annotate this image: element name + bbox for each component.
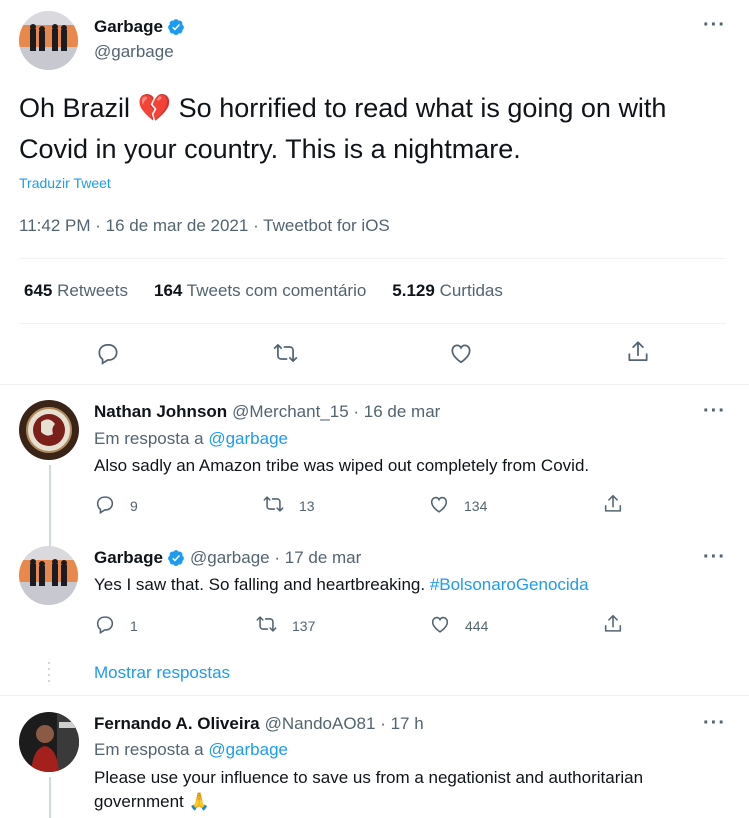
retweet-icon <box>262 493 285 518</box>
retweet-button[interactable]: 137 <box>255 613 429 638</box>
tweet-source[interactable]: Tweetbot for iOS <box>263 216 390 235</box>
meta-separator: · <box>90 216 106 235</box>
reply-actions: 1 137 444 <box>94 613 624 638</box>
tweet-stats: 645 Retweets 164 Tweets com comentário 5… <box>24 281 529 301</box>
fernando-oliveira-avatar[interactable] <box>19 712 79 772</box>
reply-author-name[interactable]: Nathan Johnson <box>94 402 227 422</box>
meta-separator: · <box>248 216 264 235</box>
reply-author-meta[interactable]: @garbage · 17 de mar <box>190 548 361 568</box>
like-count: 134 <box>464 497 488 514</box>
share-icon <box>602 493 624 518</box>
translate-tweet-link[interactable]: Traduzir Tweet <box>19 175 111 191</box>
like-button[interactable]: 134 <box>428 493 602 518</box>
like-icon[interactable] <box>448 340 474 366</box>
thread-line <box>49 530 51 546</box>
author-name[interactable]: Garbage <box>94 17 163 37</box>
likes-stat[interactable]: 5.129 Curtidas <box>392 281 503 301</box>
divider <box>19 258 726 259</box>
in-reply-to: Em resposta a @garbage <box>94 429 288 449</box>
quote-tweets-stat[interactable]: 164 Tweets com comentário <box>154 281 366 301</box>
reply-author-line[interactable]: Fernando A. Oliveira @NandoAO81 · 17 h <box>94 714 424 734</box>
reply-text-body: Yes I saw that. So falling and heartbrea… <box>94 575 430 594</box>
reply-text: Also sadly an Amazon tribe was wiped out… <box>94 456 590 475</box>
verified-badge-icon <box>167 549 185 567</box>
reply-author-line[interactable]: Garbage @garbage · 17 de mar <box>94 548 361 568</box>
quote-tweets-count: 164 <box>153 281 183 300</box>
reply-text: Yes I saw that. So falling and heartbrea… <box>94 573 714 597</box>
share-icon <box>602 613 624 638</box>
more-icon[interactable]: ··· <box>703 546 726 569</box>
garbage-avatar[interactable] <box>19 11 78 70</box>
reply-author-meta[interactable]: @NandoAO81 · 17 h <box>265 714 424 734</box>
retweets-stat[interactable]: 645 Retweets <box>24 281 128 301</box>
retweet-count: 13 <box>299 497 315 514</box>
retweet-count: 137 <box>292 617 316 634</box>
more-icon[interactable]: ··· <box>703 712 726 735</box>
retweets-count: 645 <box>24 281 53 300</box>
in-reply-to-handle[interactable]: @garbage <box>208 740 288 759</box>
reply-actions: 9 13 134 <box>94 493 624 518</box>
garbage-avatar[interactable] <box>19 546 78 605</box>
praying-hands-emoji: 🙏 <box>188 792 210 811</box>
like-count: 444 <box>465 617 489 634</box>
tweet-time[interactable]: 11:42 PM <box>19 216 91 235</box>
thread-line <box>49 465 51 530</box>
verified-badge-icon <box>167 18 185 36</box>
share-button[interactable] <box>602 493 624 518</box>
section-divider <box>0 695 749 696</box>
divider <box>19 323 726 324</box>
reply-button[interactable]: 9 <box>94 493 262 518</box>
reply-author-meta[interactable]: @Merchant_15 · 16 de mar <box>232 402 440 422</box>
more-icon[interactable]: ··· <box>703 400 726 423</box>
tweet-date[interactable]: 16 de mar de 2021 <box>106 216 249 235</box>
thread-line <box>49 777 51 818</box>
reply-count: 1 <box>130 617 138 634</box>
likes-label: Curtidas <box>439 281 503 300</box>
like-button[interactable]: 444 <box>429 613 602 638</box>
share-button[interactable] <box>602 613 624 638</box>
reply-icon <box>94 493 116 518</box>
in-reply-to-prefix: Em resposta a <box>94 740 209 759</box>
reply-icon <box>94 613 116 638</box>
reply-text: Please use your influence to save us fro… <box>94 766 714 814</box>
in-reply-to-prefix: Em resposta a <box>94 429 209 448</box>
reply-text-body: Please use your influence to save us fro… <box>94 768 644 811</box>
quote-tweets-label: Tweets com comentário <box>186 281 367 300</box>
like-icon <box>428 493 450 518</box>
tweet-text-part1: Oh Brazil <box>19 93 138 123</box>
like-icon <box>429 613 451 638</box>
reply-button[interactable]: 1 <box>94 613 255 638</box>
more-icon[interactable]: ··· <box>703 14 726 37</box>
retweet-icon[interactable] <box>272 340 299 366</box>
reply-author-name[interactable]: Fernando A. Oliveira <box>94 714 260 734</box>
show-replies-link[interactable]: Mostrar respostas <box>94 663 230 683</box>
retweets-label: Retweets <box>57 281 128 300</box>
nathan-johnson-avatar[interactable] <box>19 400 79 460</box>
tweet-meta: 11:42 PM · 16 de mar de 2021 · Tweetbot … <box>19 216 390 236</box>
thread-ellipsis <box>48 662 51 686</box>
retweet-icon <box>255 613 278 638</box>
share-icon[interactable] <box>625 339 651 365</box>
section-divider <box>0 384 749 385</box>
likes-count: 5.129 <box>392 281 435 300</box>
retweet-button[interactable]: 13 <box>262 493 428 518</box>
author-handle[interactable]: @garbage <box>94 42 174 62</box>
hashtag-link[interactable]: #BolsonaroGenocida <box>430 575 589 594</box>
in-reply-to-handle[interactable]: @garbage <box>208 429 288 448</box>
reply-count: 9 <box>130 497 138 514</box>
broken-heart-emoji: 💔 <box>137 93 172 123</box>
reply-author-name[interactable]: Garbage <box>94 548 163 568</box>
reply-icon[interactable] <box>95 340 121 366</box>
author-name-line[interactable]: Garbage <box>94 17 185 37</box>
in-reply-to: Em resposta a @garbage <box>94 740 288 760</box>
reply-author-line[interactable]: Nathan Johnson @Merchant_15 · 16 de mar <box>94 402 440 422</box>
tweet-text: Oh Brazil 💔 So horrified to read what is… <box>19 88 734 170</box>
